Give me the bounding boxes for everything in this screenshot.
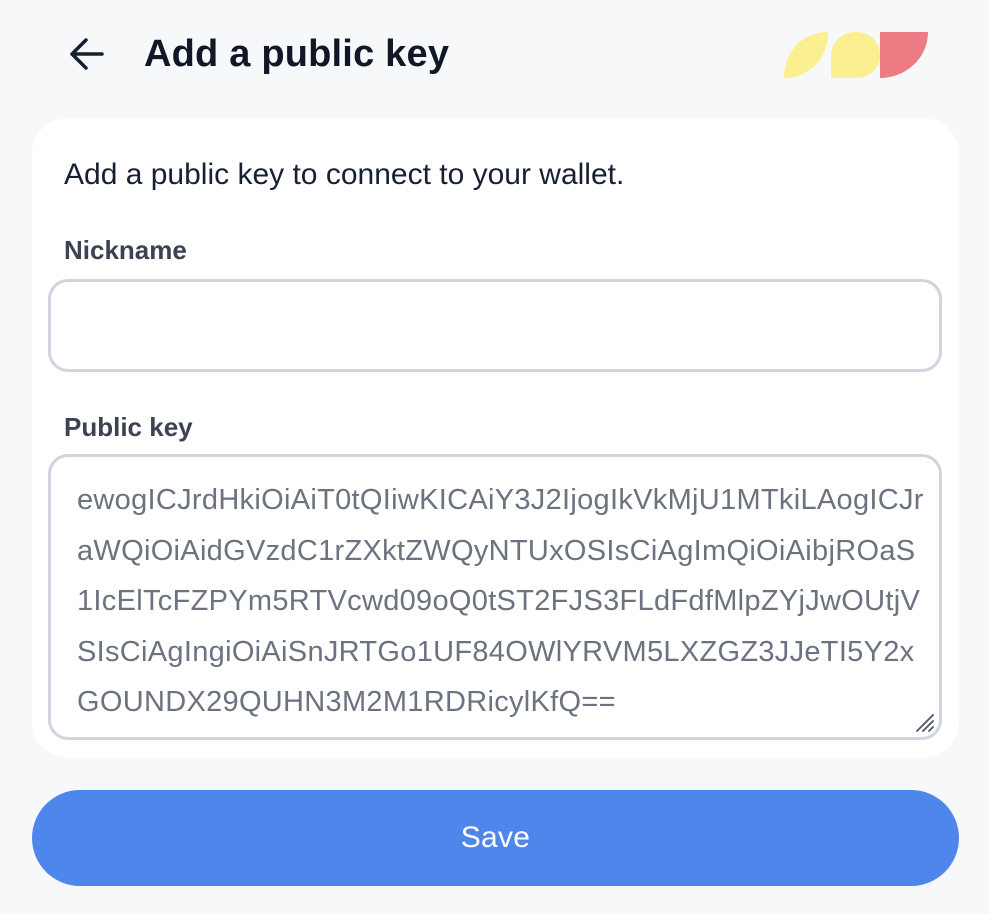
arrow-left-icon (70, 38, 104, 70)
resize-handle-icon[interactable] (913, 711, 935, 733)
public-key-value: ewogICJrdHkiOiAiT0tQIiwKICAiY3J2IjogIkVk… (77, 484, 924, 718)
save-button-label: Save (460, 821, 531, 854)
back-button[interactable] (62, 32, 112, 76)
logo-leaf-shape (784, 32, 828, 78)
public-key-form-card: Add a public key to connect to your wall… (32, 118, 959, 758)
logo-round-shape (831, 32, 880, 78)
page-title: Add a public key (144, 33, 450, 75)
form-intro-text: Add a public key to connect to your wall… (64, 158, 625, 191)
public-key-textarea[interactable]: ewogICJrdHkiOiAiT0tQIiwKICAiY3J2IjogIkVk… (48, 454, 942, 740)
public-key-label: Public key (64, 412, 193, 442)
header: Add a public key (0, 0, 989, 110)
nickname-label: Nickname (64, 235, 187, 265)
brand-logo (784, 32, 928, 78)
save-button[interactable]: Save (32, 790, 959, 886)
logo-quarter-shape (880, 32, 928, 78)
nickname-input[interactable] (48, 279, 942, 372)
